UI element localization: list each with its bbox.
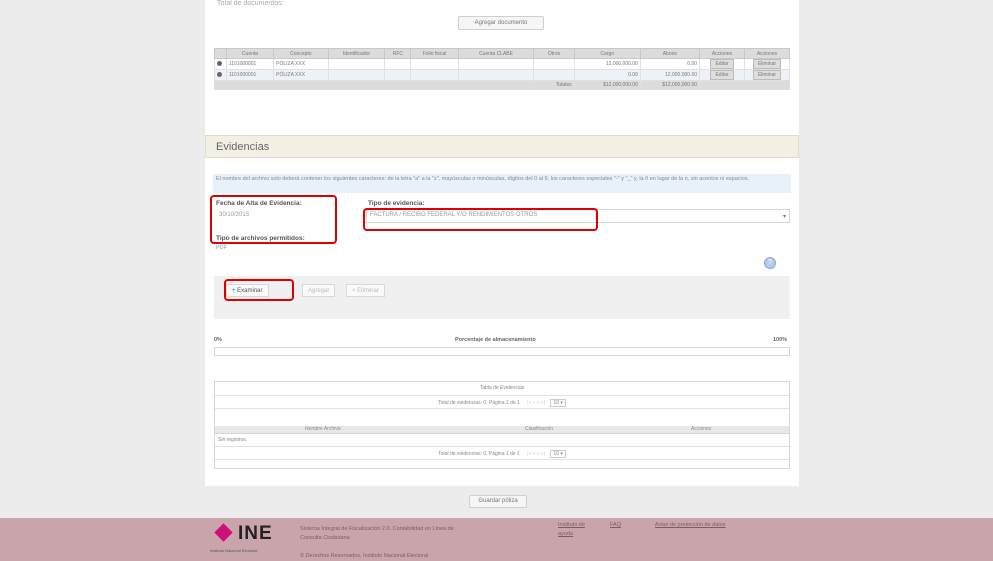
allowed-files-value: PDF (216, 245, 227, 251)
evidence-table: Tabla de Evidencias Total de evidencias:… (214, 381, 790, 469)
th-concepto: Concepto (273, 48, 329, 59)
row-expand-icon[interactable] (214, 58, 227, 70)
circle-icon (217, 60, 222, 66)
cell-abono: 12,000,000.00 (639, 69, 701, 81)
evidence-table-title: Tabla de Evidencias (479, 385, 525, 391)
edit-button[interactable]: Editar (710, 70, 734, 80)
cell-empty (410, 69, 459, 81)
highlight-box (210, 195, 337, 244)
cell-concepto: PÓLIZA XXX (273, 69, 329, 81)
page-size-select[interactable]: 10 ▾ (550, 450, 566, 458)
delete-button[interactable]: Eliminar (752, 70, 782, 80)
evidencias-header: Evidencias (205, 135, 799, 158)
th-abono: Abono (639, 48, 701, 59)
col-file-name: Nombre Archivo (305, 426, 341, 432)
edit-button[interactable]: Editar (710, 59, 734, 69)
footer-link-help-2[interactable]: ayuda (558, 531, 573, 537)
cell-concepto: PÓLIZA XXX (273, 58, 329, 70)
totals-label: Totales (533, 80, 575, 90)
cell-action-1: Editar (699, 69, 745, 81)
pager-text: Total de evidencias: 0, Página 1 de 1 (438, 451, 520, 457)
movements-header-row: Cuenta Concepto Identificador RFC Folio … (214, 48, 791, 59)
cell-empty (384, 58, 412, 70)
cell-empty (699, 80, 790, 90)
help-icon[interactable]: ? (764, 257, 776, 269)
progress-max: 100% (773, 337, 788, 343)
ine-logo: INE (238, 523, 273, 544)
footer-link-faq[interactable]: FAQ (610, 522, 621, 528)
footer (0, 518, 993, 561)
cell-cuenta: 1101000001 (225, 69, 275, 81)
table-row: 1101000001 PÓLIZA XXX 0.00 12,000,000.00… (214, 69, 791, 81)
file-name-info: El nombre del archivo solo deberá conten… (213, 174, 791, 193)
ine-logo-subtitle: Instituto Nacional Electoral (210, 548, 258, 553)
cell-cargo: 12,000,000.00 (573, 58, 641, 70)
upload-area: + Examinar Agregar × Eliminar (214, 276, 790, 319)
cell-cuenta: 1101000001 (225, 58, 275, 70)
empty-message: Sin registros. (218, 437, 248, 443)
cell-cargo: 0.00 (573, 69, 641, 81)
evidence-type-label: Tipo de evidencia: (368, 200, 425, 207)
storage-progress-bar (214, 347, 790, 356)
cell-action-1: Editar (699, 58, 745, 70)
chevron-down-icon: ▾ (782, 214, 786, 220)
cell-action-2: Eliminar (743, 58, 791, 70)
upload-remove-button[interactable]: × Eliminar (346, 284, 385, 297)
th-rfc: RFC (384, 48, 412, 59)
pager-arrows[interactable]: |« « » »| (527, 400, 545, 406)
cell-empty (457, 58, 535, 70)
progress-label: Porcentaje de almacenamiento (455, 337, 536, 343)
footer-description-2: Consulta Ciudadana (300, 535, 350, 541)
th-otros: Otros (533, 48, 575, 59)
th-acciones-1: Acciones (699, 48, 745, 59)
th-folio: Folio fiscal (410, 48, 459, 59)
row-expand-icon[interactable] (214, 69, 227, 81)
col-classification: Clasificación (525, 426, 554, 432)
documents-total-label: Total de documentos: (217, 0, 284, 7)
cell-abono: 0.00 (639, 58, 701, 70)
pager-arrows[interactable]: |« « » »| (527, 451, 545, 457)
th-cuenta: Cuenta (225, 48, 275, 59)
add-document-button[interactable]: Agregar documento (458, 16, 544, 30)
progress-min: 0% (214, 337, 222, 343)
pager-text: Total de evidencias: 0, Página 1 de 1 (438, 400, 520, 406)
cell-empty (384, 69, 412, 81)
pager-bottom: Total de evidencias: 0, Página 1 de 1 |«… (215, 446, 789, 460)
evidence-table-header: Nombre Archivo Clasificación Acciones (215, 426, 789, 434)
delete-button[interactable]: Eliminar (752, 59, 782, 69)
page-size-value: 10 (553, 451, 560, 457)
footer-link-help[interactable]: Instituto de (558, 522, 585, 528)
page-size-value: 10 (553, 400, 560, 406)
th-cargo: Cargo (573, 48, 641, 59)
th-clabe: Cuenta CLABE (457, 48, 535, 59)
cell-empty (327, 58, 386, 70)
cell-empty (457, 69, 535, 81)
th-acciones-2: Acciones (743, 48, 791, 59)
totals-row: Totales $12,000,000.00 $12,000,000.00 (213, 80, 790, 90)
copyright: © Derechos Reservados, Instituto Naciona… (300, 553, 429, 559)
circle-icon (217, 71, 222, 77)
th-icon (214, 48, 227, 59)
cell-empty (213, 80, 535, 90)
footer-link-privacy[interactable]: Aviso de protección de datos (655, 522, 726, 528)
footer-description: Sistema Integral de Fiscalización 2.0. C… (300, 526, 454, 532)
save-policy-button[interactable]: Guardar póliza (469, 495, 527, 508)
cell-empty (327, 69, 386, 81)
pager-top: Total de evidencias: 0, Página 1 de 1 |«… (215, 395, 789, 409)
cell-empty (533, 69, 575, 81)
highlight-box (224, 279, 294, 301)
section-title: Evidencias (216, 141, 270, 153)
th-identificador: Identificador (327, 48, 386, 59)
total-abono: $12,000,000.00 (639, 80, 701, 90)
col-actions: Acciones (691, 426, 712, 432)
highlight-box (363, 208, 598, 231)
page-size-select[interactable]: 10 ▾ (550, 399, 566, 407)
upload-add-button[interactable]: Agregar (302, 284, 336, 297)
cell-empty (533, 58, 575, 70)
movements-table: Cuenta Concepto Identificador RFC Folio … (213, 48, 791, 90)
cell-action-2: Eliminar (743, 69, 791, 81)
total-cargo: $12,000,000.00 (573, 80, 641, 90)
table-row: 1101000001 PÓLIZA XXX 12,000,000.00 0.00… (214, 58, 791, 70)
cell-empty (410, 58, 459, 70)
